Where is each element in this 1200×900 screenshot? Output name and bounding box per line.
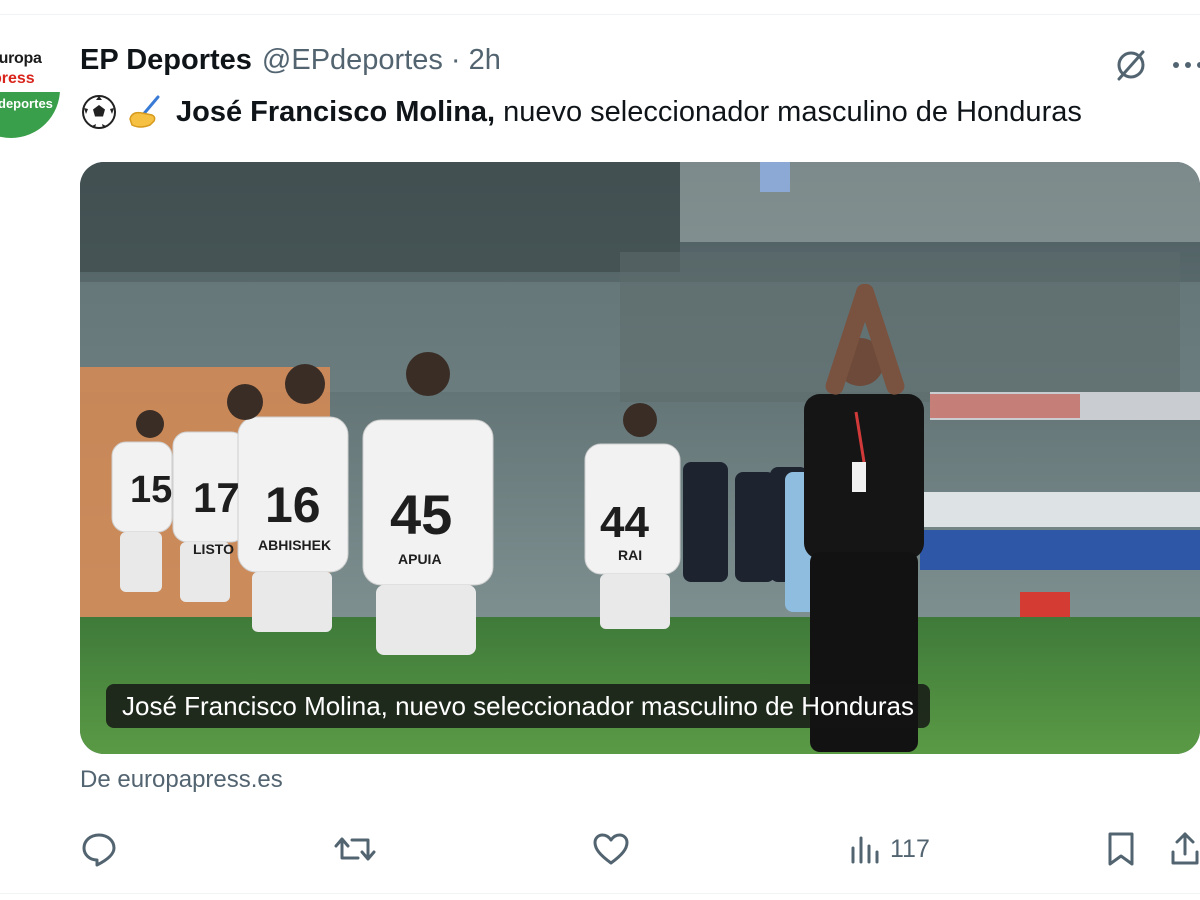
soccer-ball-icon	[80, 93, 118, 131]
tweet-media-image[interactable]: 15 17 16 45 44 LISTO ABHISHEK APUIA RAI	[80, 162, 1200, 754]
tweet-text-rest: nuevo seleccionador masculino de Hondura…	[503, 96, 1082, 128]
media-caption: José Francisco Molina, nuevo seleccionad…	[106, 684, 930, 728]
share-icon	[1171, 832, 1199, 865]
avatar-text-press: press	[0, 70, 35, 87]
repost-icon	[334, 837, 376, 861]
action-bar: 117	[0, 824, 1200, 874]
tweet-card: europa press deportes EP Deportes @EPdep…	[0, 0, 1200, 900]
heart-icon	[593, 833, 629, 865]
more-icon[interactable]	[1168, 52, 1200, 78]
avatar[interactable]: europa press deportes	[0, 40, 60, 138]
svg-text:RAI: RAI	[618, 547, 642, 563]
tweet-text-bold[interactable]: José Francisco Molina,	[176, 90, 495, 134]
svg-text:16: 16	[265, 477, 321, 533]
divider-bottom	[0, 893, 1200, 894]
svg-text:45: 45	[390, 483, 452, 546]
writing-hand-icon	[126, 93, 164, 131]
svg-text:44: 44	[600, 498, 649, 547]
svg-text:ABHISHEK: ABHISHEK	[258, 537, 331, 553]
author-name[interactable]: EP Deportes	[80, 44, 252, 77]
avatar-text-europa: europa	[0, 50, 42, 67]
like-button[interactable]	[592, 824, 630, 874]
author-handle[interactable]: @EPdeportes	[262, 44, 443, 77]
header-separator: ·	[450, 44, 461, 76]
share-button[interactable]	[1170, 824, 1200, 874]
avatar-text-deportes: deportes	[0, 96, 53, 111]
svg-text:17: 17	[193, 474, 240, 521]
svg-text:15: 15	[130, 469, 172, 511]
bookmark-icon	[1108, 832, 1134, 866]
views-button[interactable]: 117	[848, 824, 930, 874]
tweet-timestamp[interactable]: 2h	[469, 44, 501, 77]
repost-button[interactable]	[334, 824, 376, 874]
tweet-text: José Francisco Molina, nuevo seleccionad…	[80, 90, 1082, 134]
link-source[interactable]: De europapress.es	[80, 766, 283, 794]
divider-top	[0, 14, 1200, 15]
svg-text:APUIA: APUIA	[398, 551, 442, 567]
reply-icon	[82, 833, 116, 867]
stadium-photo: 15 17 16 45 44 LISTO ABHISHEK APUIA RAI	[80, 162, 1200, 754]
views-chart-icon	[851, 836, 879, 864]
svg-text:LISTO: LISTO	[193, 541, 234, 557]
views-count: 117	[890, 834, 930, 863]
tweet-header: EP Deportes @EPdeportes · 2h	[80, 44, 501, 84]
reply-button[interactable]	[80, 824, 118, 874]
bookmark-button[interactable]	[1104, 824, 1138, 874]
grok-icon[interactable]	[1112, 46, 1150, 84]
